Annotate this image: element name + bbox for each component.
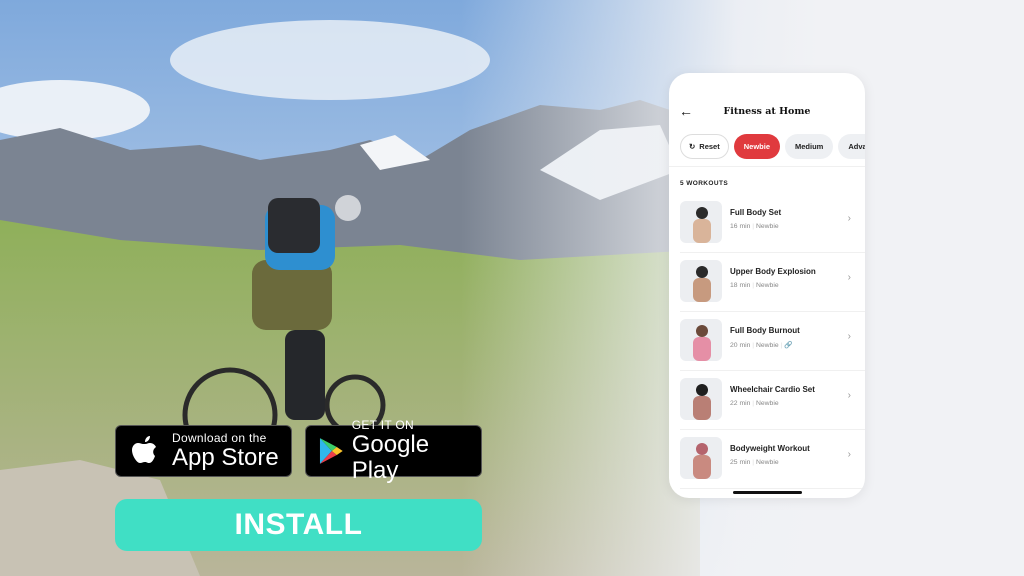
workout-duration: 16 min [730, 223, 751, 230]
workout-level: Newbie [755, 223, 779, 230]
chevron-right-icon: › [847, 390, 851, 401]
phone-mockup: ← Fitness at Home ↻ Reset Newbie Medium A… [669, 73, 865, 498]
workout-count: 5 WORKOUTS [680, 180, 729, 187]
workout-level: Newbie [755, 282, 779, 289]
apple-icon [132, 436, 156, 463]
workout-thumbnail [680, 437, 722, 479]
chevron-right-icon: › [847, 213, 851, 224]
workout-thumbnail [680, 319, 722, 361]
workout-meta: 25 min | Newbie [730, 459, 779, 466]
install-button[interactable]: INSTALL [115, 499, 482, 551]
workout-row[interactable]: Full Body Set 16 min | Newbie › [680, 194, 865, 253]
chevron-right-icon: › [847, 449, 851, 460]
chip-medium[interactable]: Medium [785, 134, 834, 159]
workout-thumbnail [680, 260, 722, 302]
workout-name: Full Body Set [730, 208, 782, 217]
workout-row[interactable]: Wheelchair Cardio Set 22 min | Newbie › [680, 371, 865, 430]
workout-thumbnail [680, 378, 722, 420]
workout-name: Full Body Burnout [730, 326, 800, 335]
workout-duration: 22 min [730, 400, 751, 407]
workout-meta: 20 min | Newbie | 🔗 [730, 342, 793, 349]
workout-name: Wheelchair Cardio Set [730, 385, 815, 394]
workout-duration: 20 min [730, 342, 751, 349]
workout-level: Newbie [755, 400, 779, 407]
chip-advance[interactable]: Advance [838, 134, 865, 159]
app-store-small-text: Download on the [172, 431, 267, 445]
workout-row[interactable]: Full Body Burnout 20 min | Newbie | 🔗 › [680, 312, 865, 371]
workout-row[interactable]: Bodyweight Workout 25 min | Newbie › [680, 430, 865, 489]
workout-row[interactable]: Upper Body Explosion 18 min | Newbie › [680, 253, 865, 312]
workout-duration: 18 min [730, 282, 751, 289]
workout-name: Bodyweight Workout [730, 444, 810, 453]
refresh-icon: ↻ [689, 142, 696, 151]
chip-reset[interactable]: ↻ Reset [680, 134, 729, 159]
home-indicator [733, 491, 802, 494]
google-play-small-text: GET IT ON [351, 418, 414, 432]
chevron-right-icon: › [847, 331, 851, 342]
link-icon: 🔗 [784, 342, 793, 349]
workout-meta: 22 min | Newbie [730, 400, 779, 407]
chevron-right-icon: › [847, 272, 851, 283]
background-fade [0, 0, 1024, 576]
workout-name: Upper Body Explosion [730, 267, 816, 276]
workout-meta: 18 min | Newbie [730, 282, 779, 289]
chip-label: Reset [699, 142, 720, 151]
google-play-button[interactable]: GET IT ON Google Play [305, 418, 482, 484]
google-play-icon [319, 438, 343, 464]
google-play-big-text: Google Play [351, 431, 430, 484]
chip-newbie[interactable]: Newbie [733, 134, 780, 159]
workout-level: Newbie [755, 459, 779, 466]
page-title: Fitness at Home [723, 106, 811, 117]
workout-duration: 25 min [730, 459, 751, 466]
workout-thumbnail [680, 201, 722, 243]
app-store-big-text: App Store [172, 444, 279, 471]
app-store-button[interactable]: Download on the App Store [115, 425, 292, 477]
workout-level: Newbie [755, 342, 779, 349]
workout-meta: 16 min | Newbie [730, 223, 779, 230]
divider [669, 166, 865, 167]
